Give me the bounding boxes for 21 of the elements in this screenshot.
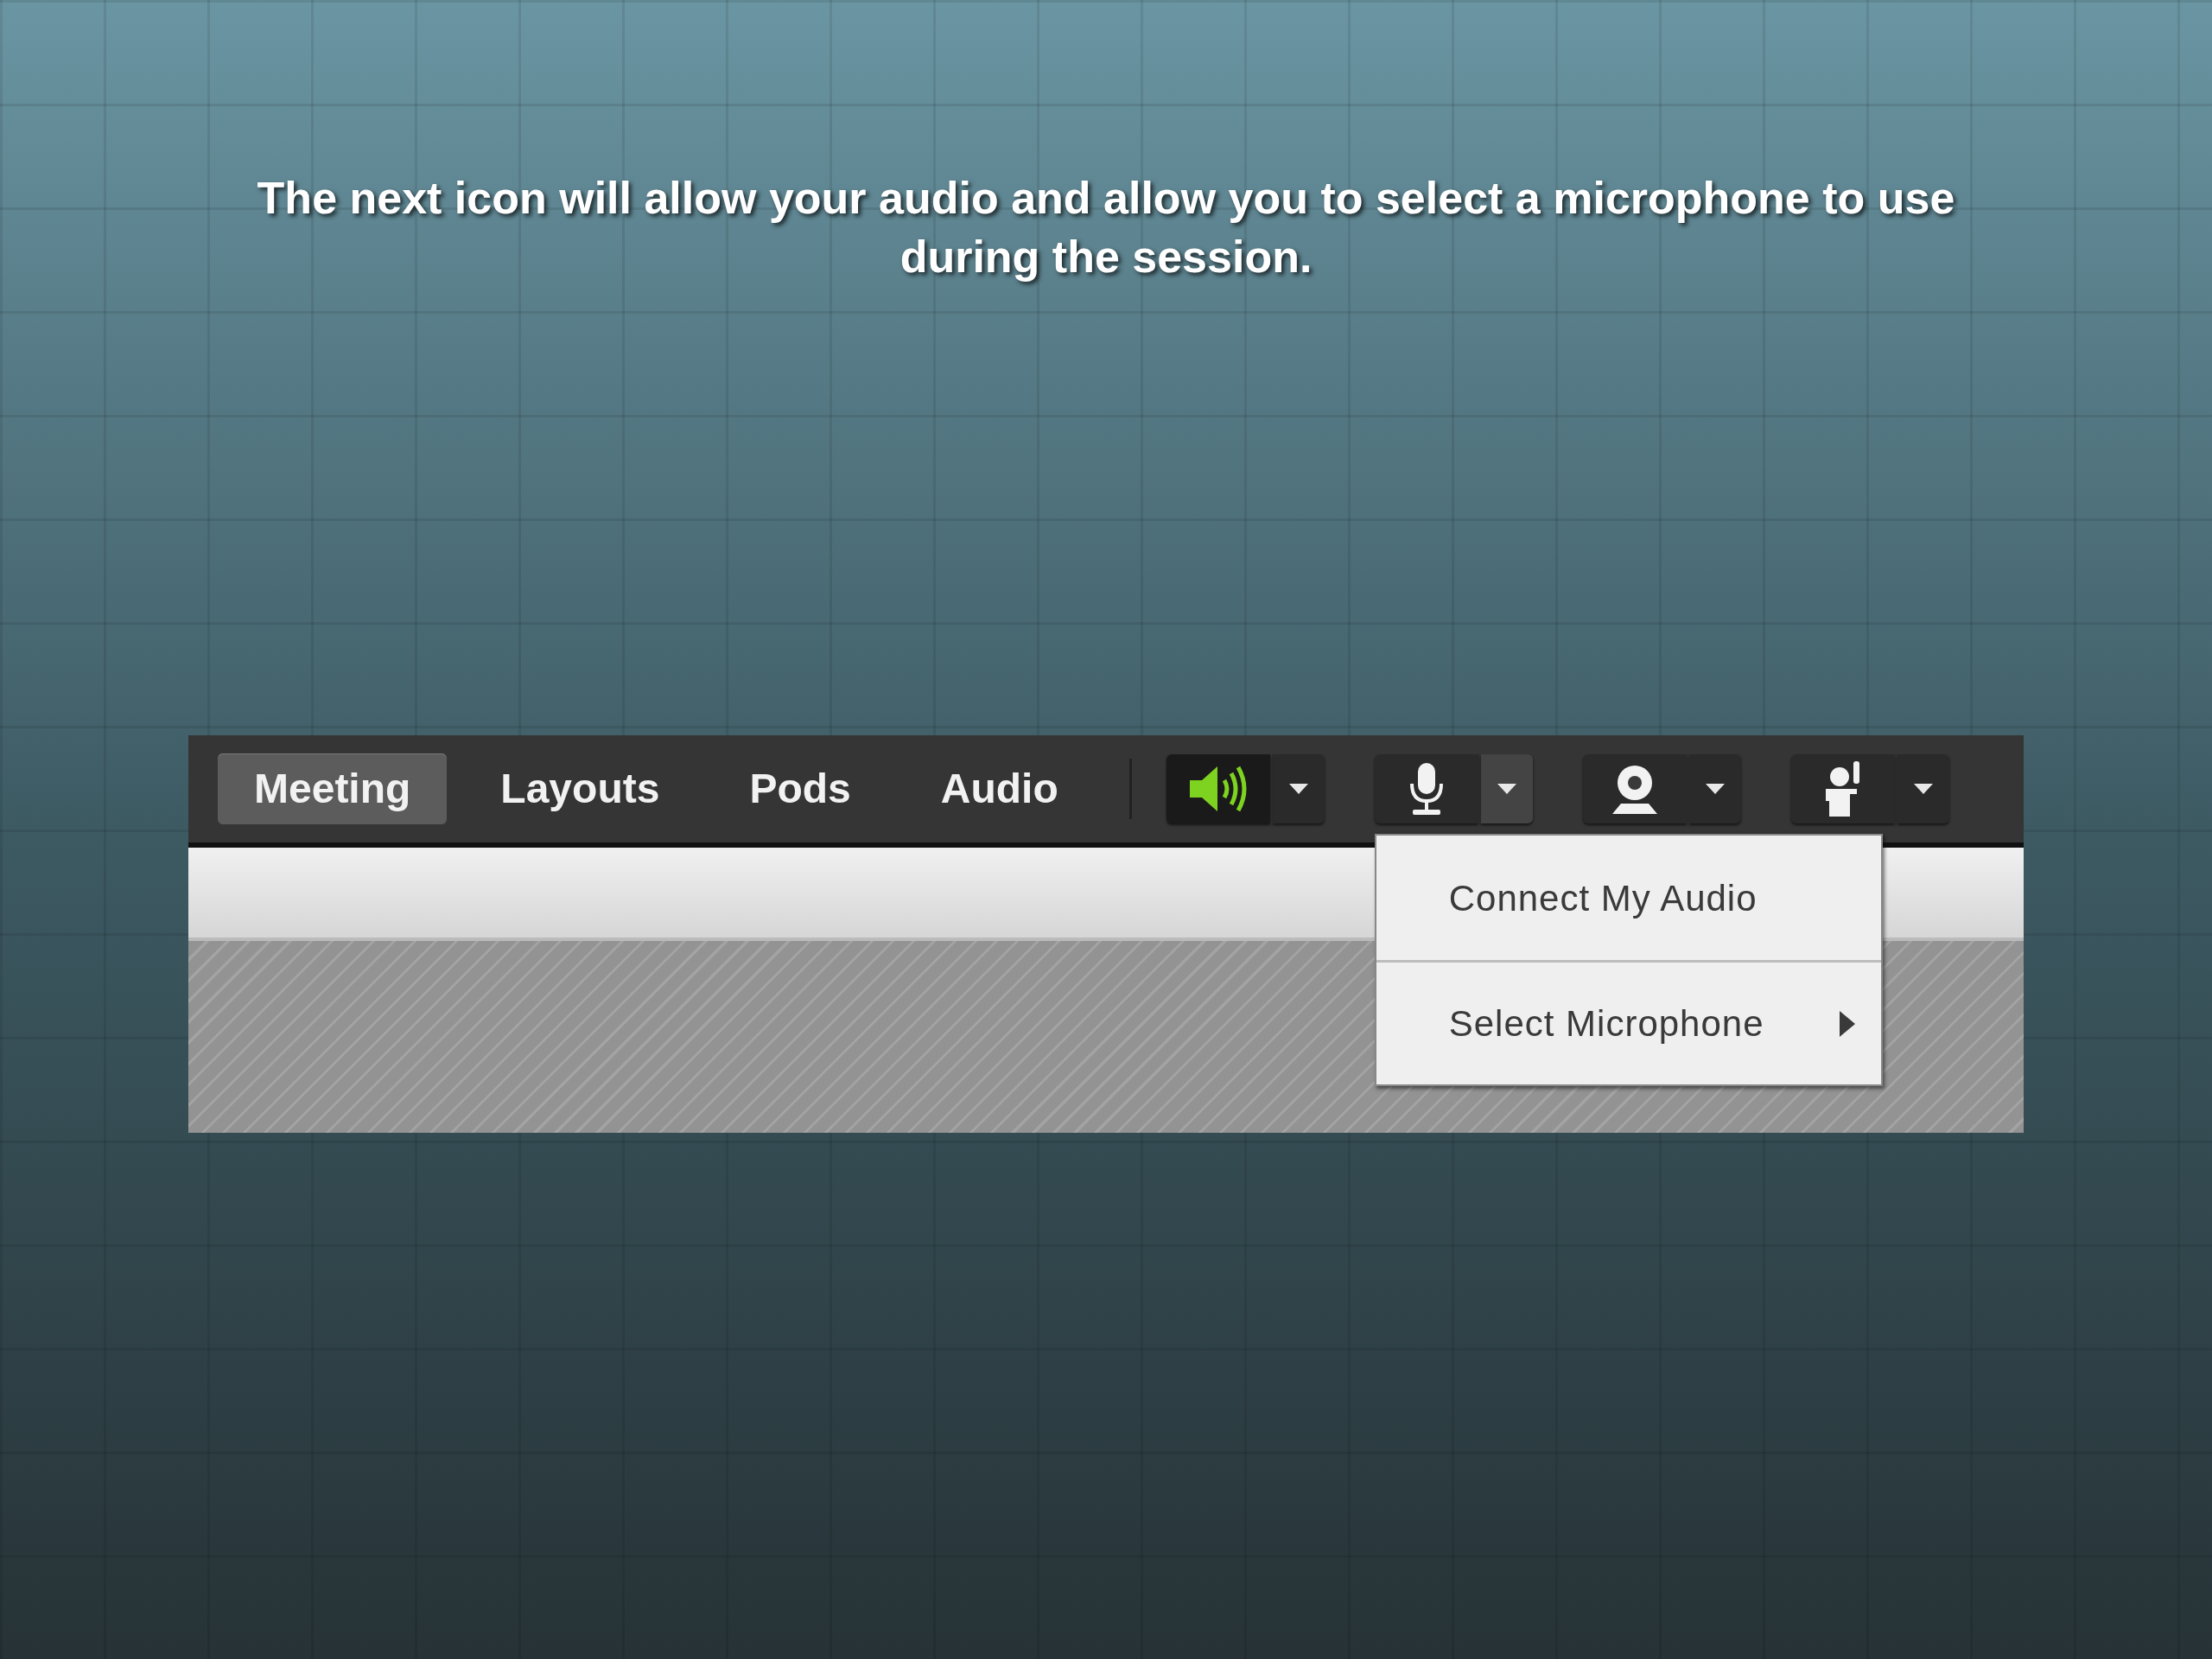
caret-icon [1497,784,1516,794]
slide-caption: The next icon will allow your audio and allow you to select a microphone to use during the session. [256,172,1956,283]
toolbar-button[interactable] [1790,754,1895,823]
menu-item[interactable]: Connect My Audio [1376,836,1881,960]
menu-tab[interactable]: Meeting [218,753,448,824]
caret-icon [1705,784,1725,794]
caret-icon [1913,784,1933,794]
speaker-icon [1187,765,1249,813]
dropdown-button[interactable] [1688,754,1741,823]
menu-tab[interactable]: Pods [713,753,887,824]
caret-icon [1288,784,1308,794]
dropdown-button[interactable] [1272,754,1325,823]
toolbar-button[interactable] [1582,754,1687,823]
submenu-arrow-icon [1839,1010,1855,1037]
dropdown-button[interactable] [1897,754,1949,823]
dropdown-button[interactable] [1480,754,1533,823]
menu-tab[interactable]: Layouts [464,753,696,824]
menu-item[interactable]: Select Microphone [1376,963,1881,1084]
toolbar-button[interactable] [1166,754,1270,823]
menu-tab[interactable]: Audio [904,753,1095,824]
toolbar-button[interactable] [1374,754,1478,823]
